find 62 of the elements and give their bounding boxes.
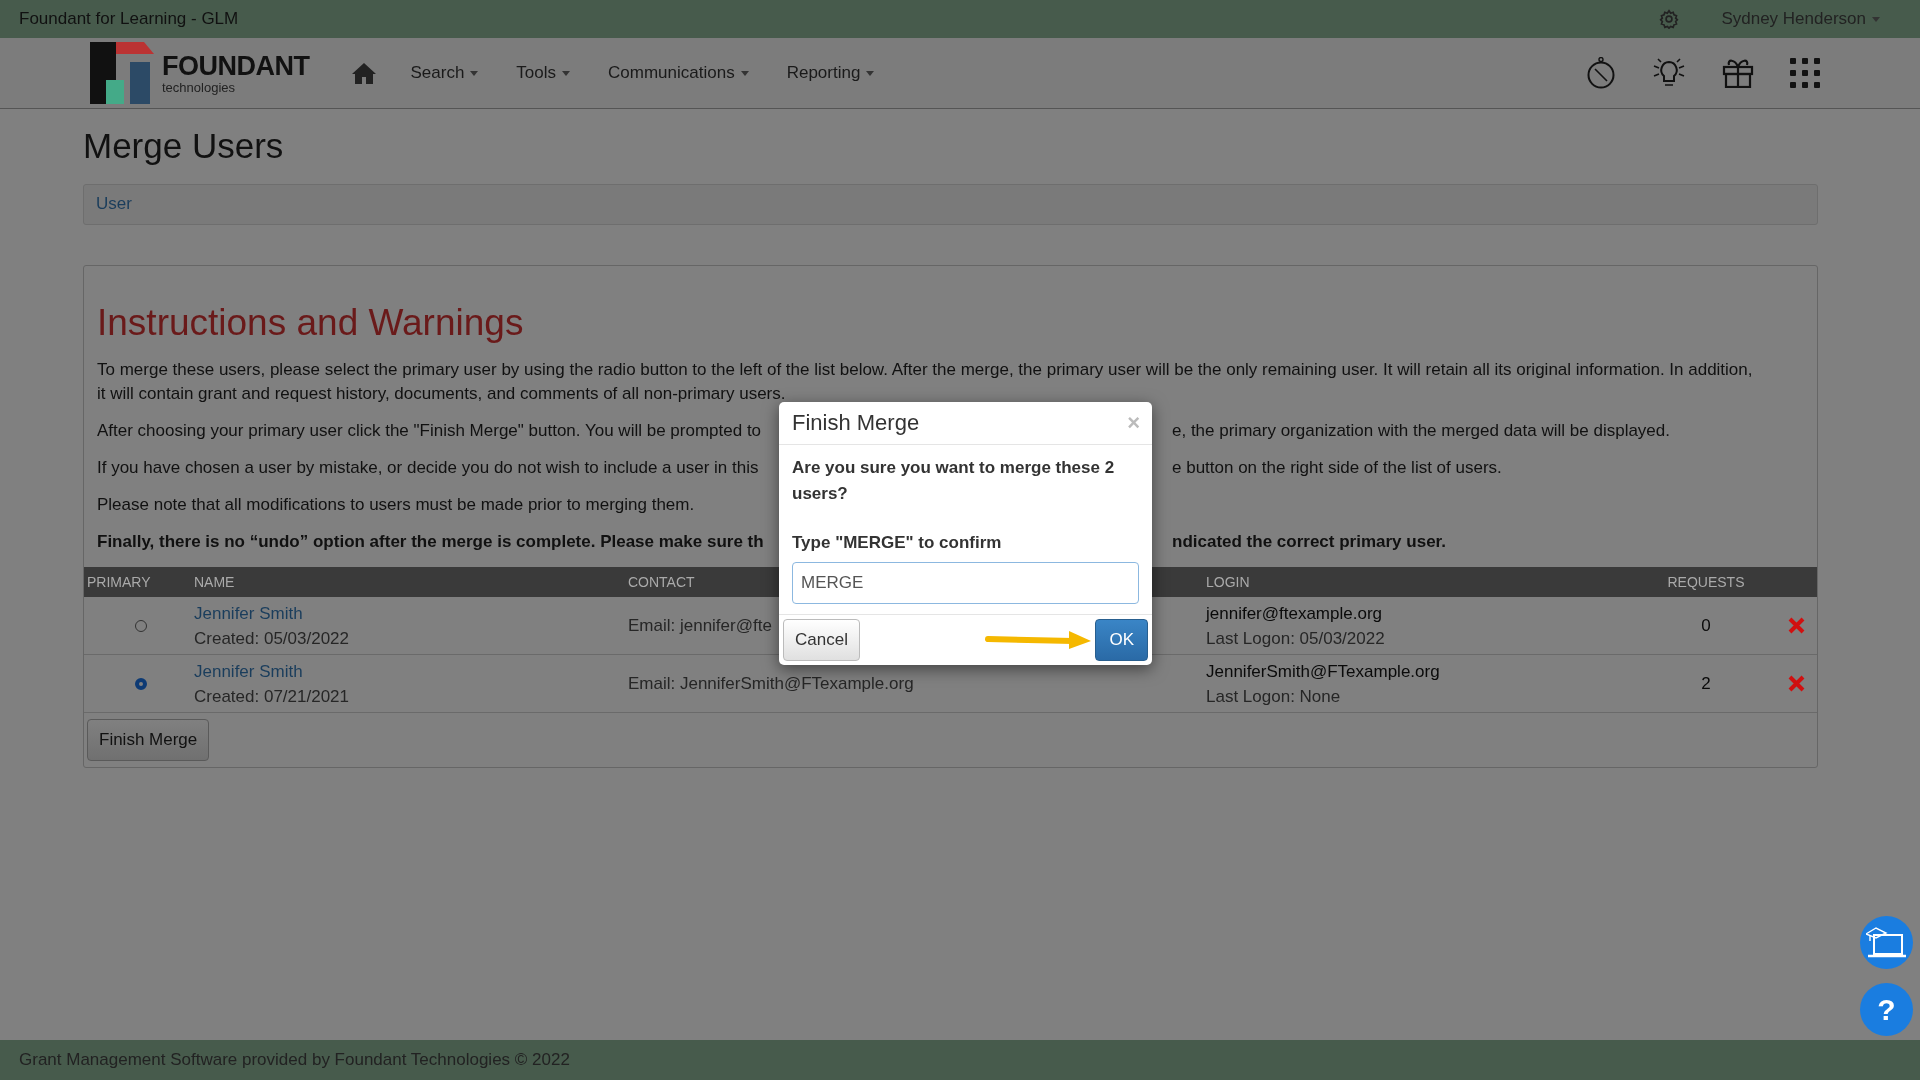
home-icon[interactable] (351, 62, 378, 84)
contact-email: Email: JenniferSmith@FTexample.org (628, 673, 914, 693)
nav-menu[interactable]: Search (391, 63, 498, 83)
page-title: Merge Users (83, 126, 285, 166)
caret-icon (866, 70, 875, 76)
instruction-text: After choosing your primary user click the "Finish Merge" button. You will be prompted to (97, 420, 763, 442)
training-button[interactable] (1860, 916, 1913, 969)
column-header: LOGIN (1206, 574, 1250, 590)
column-header: CONTACT (628, 574, 695, 590)
user-name-link[interactable]: Jennifer Smith (194, 600, 628, 626)
confirm-input[interactable]: MERGE (792, 562, 1139, 604)
confirm-label: Type "MERGE" to confirm (792, 532, 1003, 554)
instruction-text: If you have chosen a user by mistake, or decide you do not wish to include a user in this (97, 457, 760, 479)
caret-icon (1872, 16, 1880, 22)
nav-menu[interactable]: Tools (497, 63, 590, 83)
login-email: jennifer@ftexample.org (1206, 602, 1383, 625)
gift-icon[interactable] (1722, 58, 1754, 88)
section-heading: Instructions and Warnings (97, 302, 525, 344)
laptop-graduation-icon (1865, 925, 1908, 960)
instruction-text: Please note that all modifications to users must be made prior to merging them. (97, 495, 695, 514)
instruction-text: To merge these users, please select the primary user by using the radio button to the left of the list below. After the merge, the primary user will be the only remaining user. It will retain all its original information. In addition, (97, 360, 1753, 379)
column-header: REQUESTS (1667, 574, 1745, 590)
created-date: Created: 07/21/2021 (194, 685, 350, 708)
user-menu[interactable]: Sydney Henderson (1721, 9, 1880, 29)
column-header: NAME (194, 574, 235, 590)
breadcrumb-link[interactable]: User (96, 194, 132, 213)
cancel-button[interactable]: Cancel (783, 619, 860, 661)
instruction-text: Finally, there is no “undo” option after the merge is complete. Please make sure th (97, 531, 765, 553)
instruction-text: e, the primary organization with the merged data will be displayed. (1172, 420, 1671, 442)
caret-icon (740, 70, 749, 76)
caret-icon (470, 70, 479, 76)
primary-radio[interactable] (134, 619, 147, 632)
logo-mark-icon (90, 42, 154, 104)
user-name-link[interactable]: Jennifer Smith (194, 658, 628, 684)
dialog-title: Finish Merge (792, 410, 920, 436)
ok-button[interactable]: OK (1095, 619, 1148, 661)
stopwatch-icon[interactable] (1586, 57, 1616, 89)
finish-merge-button[interactable]: Finish Merge (87, 719, 210, 761)
login-email: JenniferSmith@FTexample.org (1206, 660, 1441, 683)
dialog-question: Are you sure you want to merge these 2 users? (792, 457, 1116, 505)
help-button[interactable]: ? (1860, 983, 1913, 1036)
apps-grid-icon[interactable] (1790, 58, 1822, 88)
instruction-text: ndicated the correct primary user. (1172, 531, 1447, 553)
footer-text: Grant Management Software provided by Foundant Technologies © 2022 (19, 1050, 570, 1070)
request-count: 2 (1701, 673, 1711, 693)
logo-name: FOUNDANT (162, 52, 310, 80)
logo-tagline: technologies (162, 80, 236, 94)
settings-icon[interactable] (1659, 9, 1680, 29)
lightbulb-icon[interactable] (1652, 57, 1686, 89)
app-title: Foundant for Learning - GLM (19, 9, 239, 29)
last-logon: Last Logon: 05/03/2022 (1206, 627, 1386, 650)
instruction-text: it will contain grant and request history, documents, and comments of all non-primary users. (97, 384, 786, 403)
caret-icon (562, 70, 571, 76)
nav-menu[interactable]: Communications (589, 63, 768, 83)
instruction-text: e button on the right side of the list of users. (1172, 457, 1503, 479)
nav-menu[interactable]: Reporting (767, 63, 894, 83)
last-logon: Last Logon: None (1206, 685, 1342, 708)
request-count: 0 (1701, 615, 1711, 635)
created-date: Created: 05/03/2022 (194, 627, 350, 650)
primary-radio[interactable] (134, 677, 147, 690)
column-header: PRIMARY (87, 574, 151, 590)
contact-email: Email: jennifer@fte (628, 615, 772, 635)
